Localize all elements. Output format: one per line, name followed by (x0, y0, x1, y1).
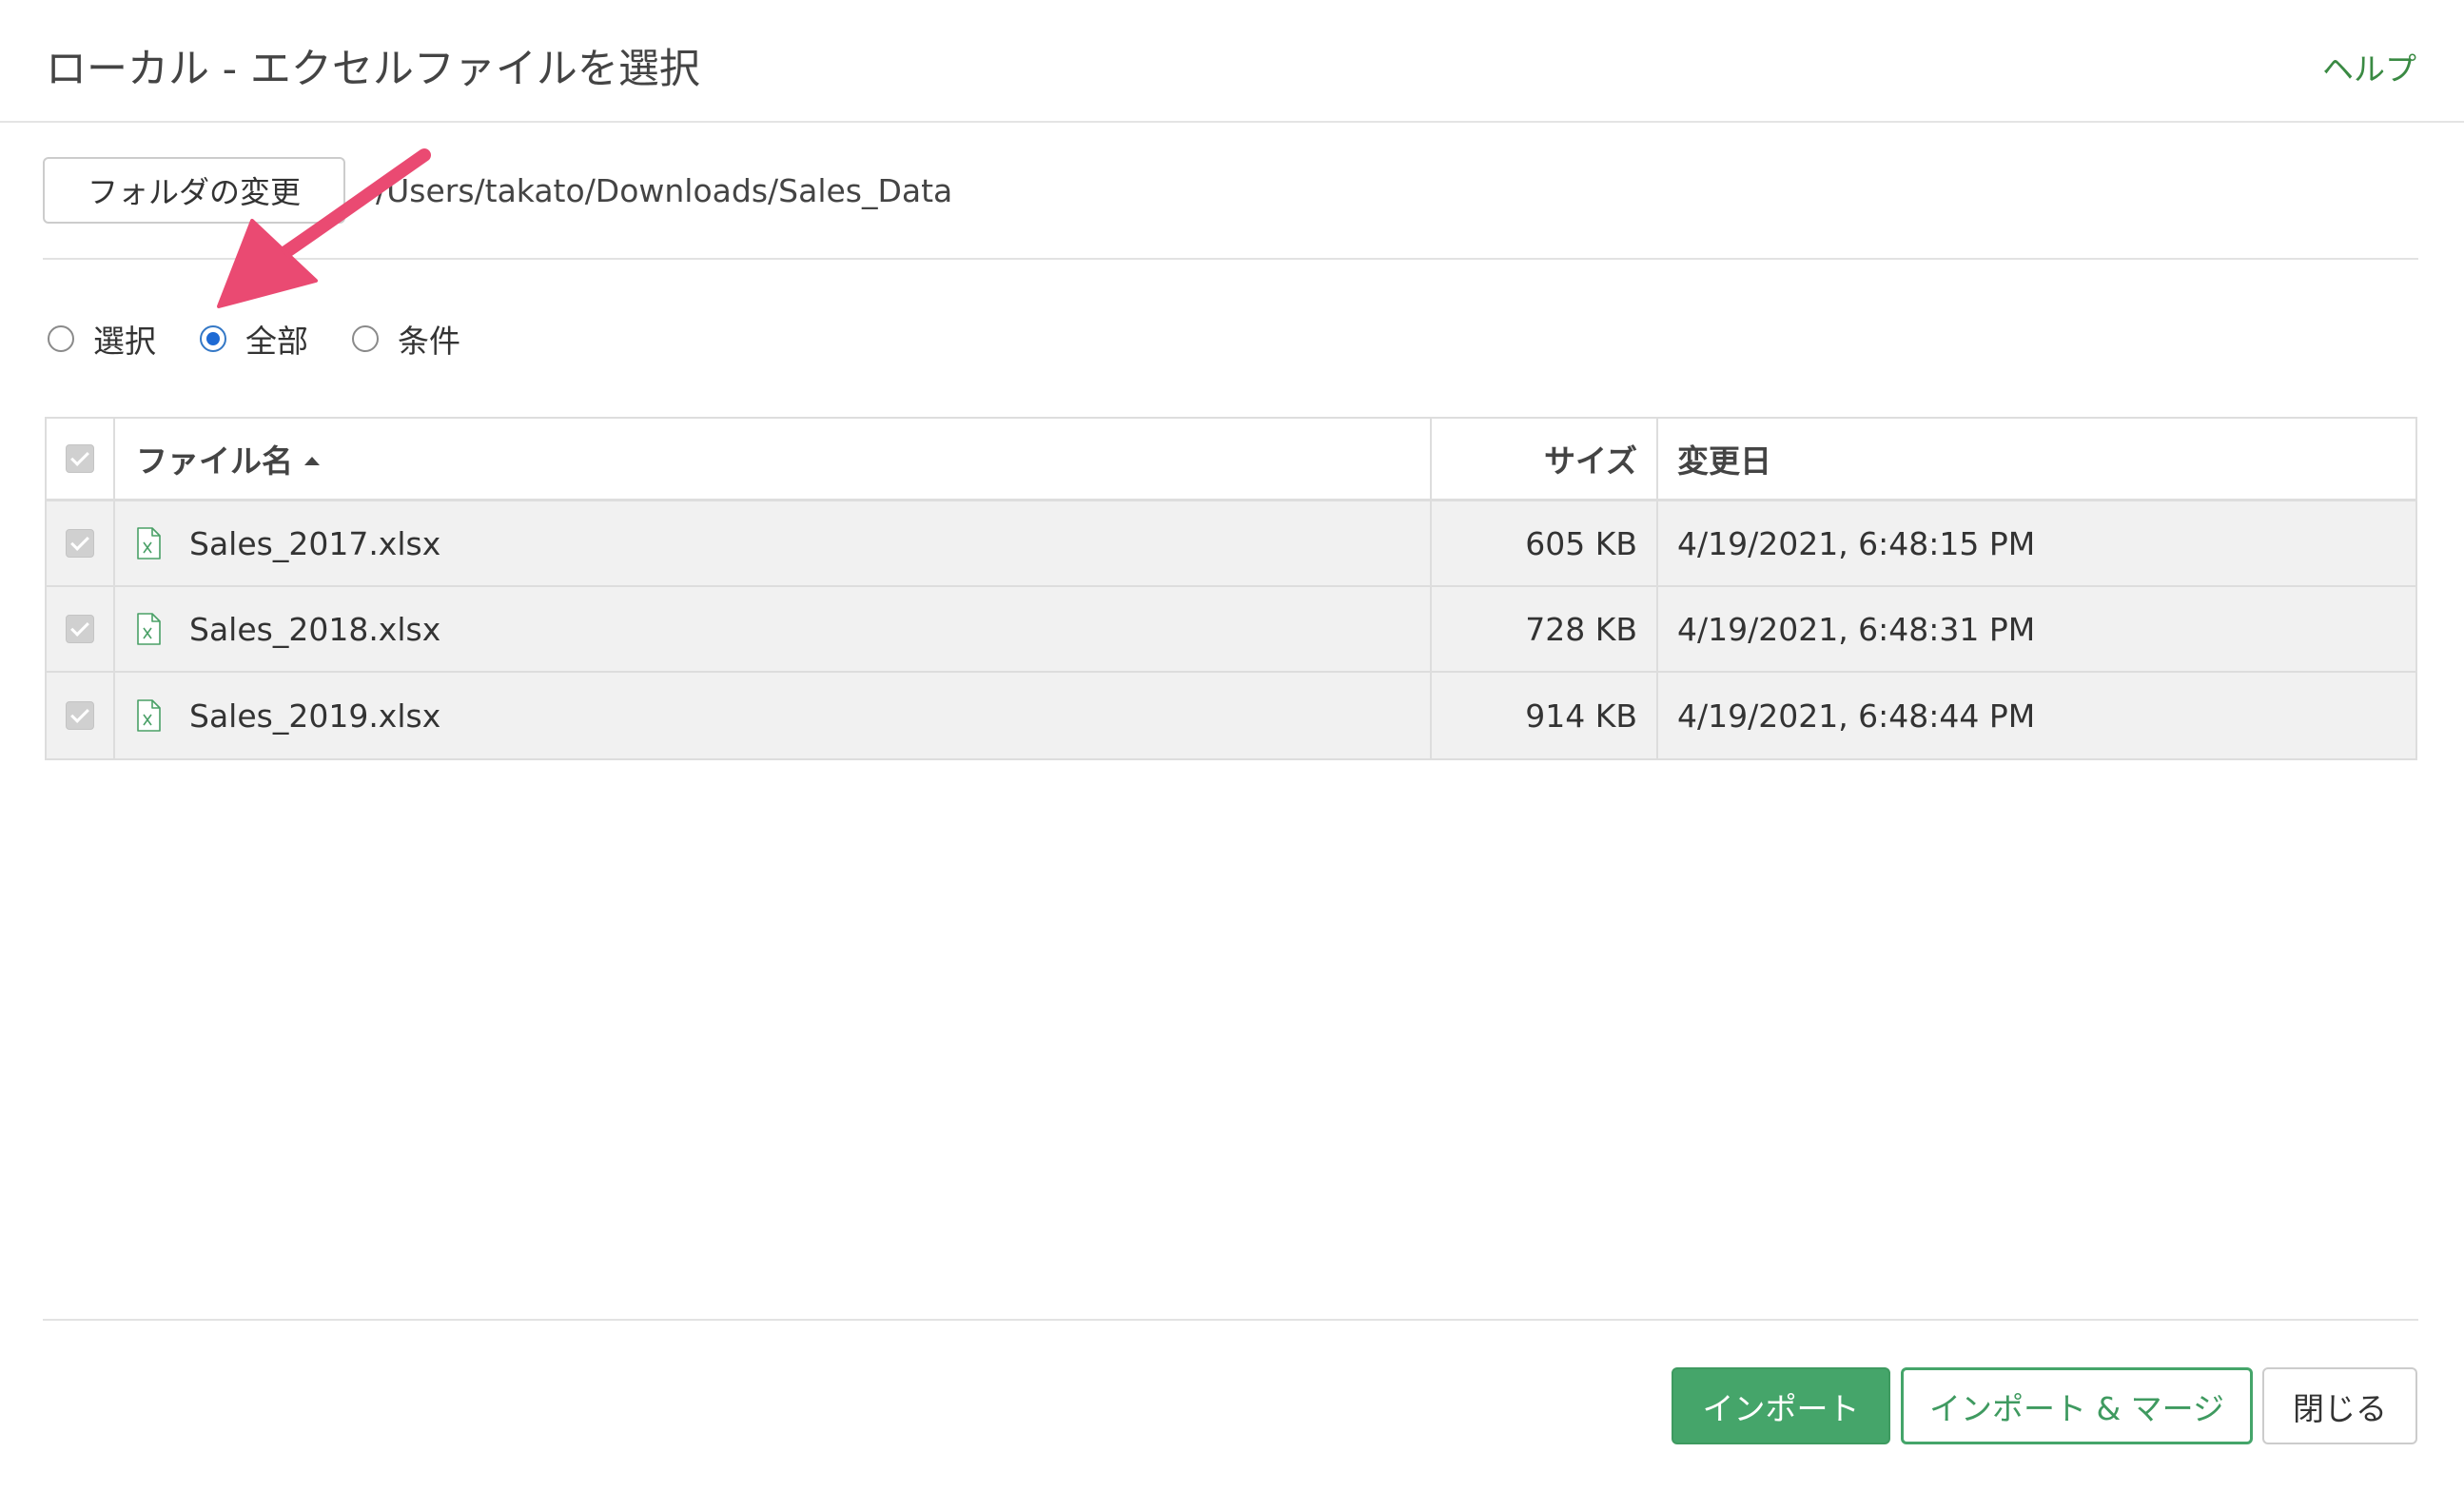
file-name: Sales_2017.xlsx (189, 524, 441, 562)
change-folder-button[interactable]: フォルダの変更 (43, 157, 345, 224)
excel-file-select-dialog: ローカル - エクセルファイルを選択 ヘルプ フォルダの変更 /Users/ta… (0, 0, 2464, 1492)
file-size: 914 KB (1432, 673, 1658, 758)
select-all-checkbox[interactable] (66, 444, 94, 473)
dialog-header: ローカル - エクセルファイルを選択 ヘルプ (0, 0, 2464, 123)
divider (43, 1319, 2418, 1321)
radio-button-select[interactable] (48, 325, 74, 352)
file-modified: 4/19/2021, 6:48:15 PM (1677, 524, 2036, 562)
select-all-cell (47, 419, 115, 499)
file-name: Sales_2019.xlsx (189, 697, 441, 735)
column-header-modified[interactable]: 変更日 (1658, 419, 2415, 499)
folder-path: /Users/takato/Downloads/Sales_Data (376, 172, 953, 209)
file-size: 728 KB (1432, 587, 1658, 671)
column-header-name-label: ファイル名 (136, 442, 293, 480)
help-link[interactable]: ヘルプ (2322, 44, 2416, 89)
radio-label-condition: 条件 (398, 323, 460, 360)
column-header-name[interactable]: ファイル名 (115, 419, 1432, 499)
close-button[interactable]: 閉じる (2262, 1367, 2417, 1444)
excel-file-icon (137, 527, 161, 560)
file-table: ファイル名 サイズ 変更日 Sales_2017.xlsx 605 KB 4/1… (45, 417, 2417, 760)
radio-option-condition[interactable]: 条件 (352, 316, 460, 362)
row-check-cell (47, 673, 115, 758)
row-check-cell (47, 501, 115, 585)
file-name-cell: Sales_2017.xlsx (115, 501, 1432, 585)
excel-file-icon (137, 699, 161, 732)
sort-ascending-icon (304, 456, 320, 465)
column-header-modified-label: 変更日 (1677, 442, 1771, 480)
file-size: 605 KB (1432, 501, 1658, 585)
excel-file-icon (137, 613, 161, 645)
row-checkbox[interactable] (66, 615, 94, 643)
table-row[interactable]: Sales_2017.xlsx 605 KB 4/19/2021, 6:48:1… (47, 501, 2415, 587)
column-header-size-label: サイズ (1543, 442, 1637, 480)
radio-button-condition[interactable] (352, 325, 379, 352)
row-checkbox[interactable] (66, 529, 94, 558)
file-name-cell: Sales_2019.xlsx (115, 673, 1432, 758)
radio-option-all[interactable]: 全部 (200, 316, 308, 362)
column-header-size[interactable]: サイズ (1432, 419, 1658, 499)
import-merge-button[interactable]: インポート & マージ (1901, 1367, 2253, 1444)
file-name-cell: Sales_2018.xlsx (115, 587, 1432, 671)
dialog-title: ローカル - エクセルファイルを選択 (46, 46, 700, 93)
table-header-row: ファイル名 サイズ 変更日 (47, 419, 2415, 501)
divider (43, 258, 2418, 260)
file-name: Sales_2018.xlsx (189, 610, 441, 648)
import-button[interactable]: インポート (1672, 1367, 1890, 1444)
file-modified: 4/19/2021, 6:48:31 PM (1677, 610, 2036, 648)
radio-option-select[interactable]: 選択 (48, 316, 156, 362)
table-row[interactable]: Sales_2018.xlsx 728 KB 4/19/2021, 6:48:3… (47, 587, 2415, 673)
table-row[interactable]: Sales_2019.xlsx 914 KB 4/19/2021, 6:48:4… (47, 673, 2415, 758)
radio-button-all[interactable] (200, 325, 226, 352)
file-modified: 4/19/2021, 6:48:44 PM (1677, 697, 2036, 735)
radio-label-select: 選択 (93, 323, 156, 360)
row-check-cell (47, 587, 115, 671)
row-checkbox[interactable] (66, 701, 94, 730)
radio-label-all: 全部 (245, 323, 308, 360)
selection-mode-radio-group: 選択 全部 条件 (48, 316, 504, 362)
